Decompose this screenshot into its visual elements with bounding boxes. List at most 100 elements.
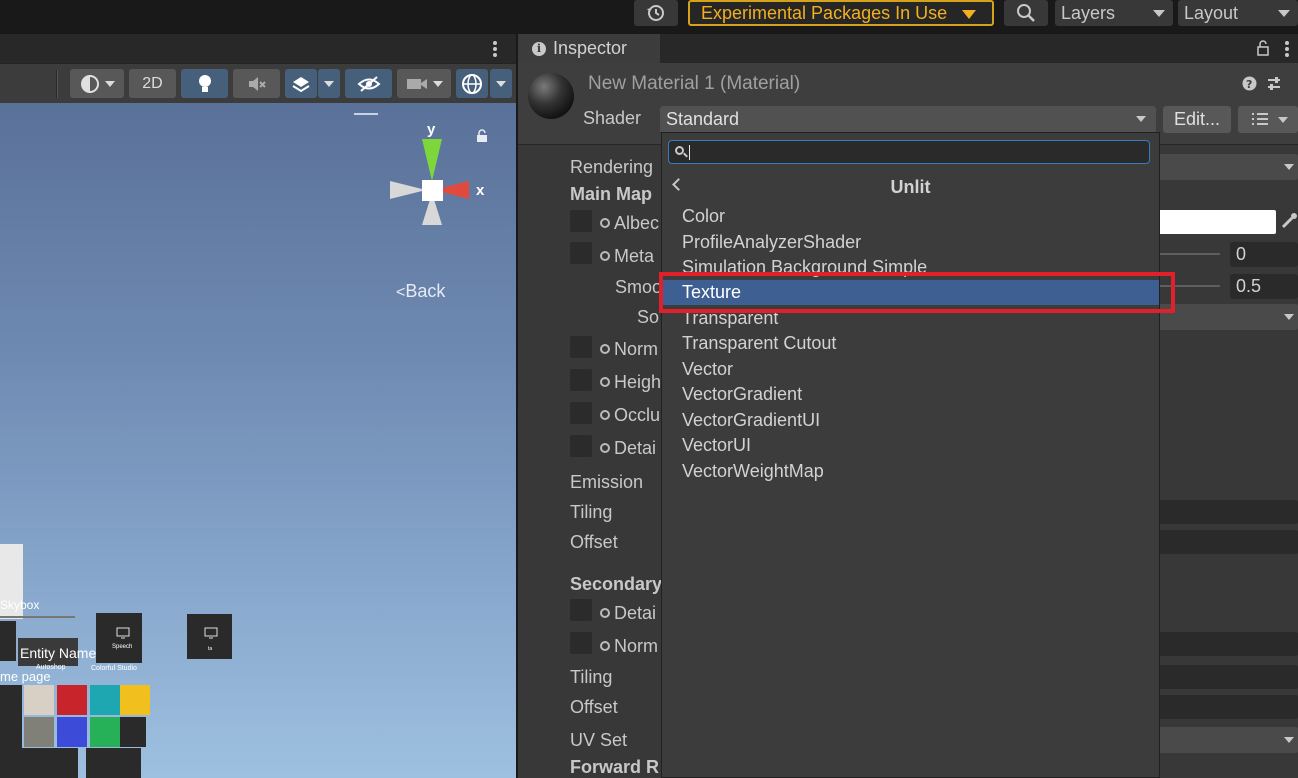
shader-item-vectorgradient[interactable]: VectorGradient bbox=[662, 382, 1159, 407]
lock-icon[interactable] bbox=[1256, 40, 1270, 56]
height-text: Heigh bbox=[614, 372, 662, 392]
gizmo-x-label: x bbox=[476, 182, 485, 199]
texture-picker-icon bbox=[600, 344, 610, 354]
chevron-down-icon bbox=[1136, 116, 1146, 122]
back-button[interactable]: <Back bbox=[396, 281, 445, 302]
gizmos-dropdown[interactable] bbox=[490, 69, 512, 98]
metallic-slider-track[interactable] bbox=[1158, 253, 1220, 255]
help-icon[interactable]: ? bbox=[1242, 76, 1257, 91]
search-icon bbox=[675, 146, 684, 155]
hidden-objects-toggle[interactable] bbox=[345, 69, 392, 98]
shader-item-vectorgradientui[interactable]: VectorGradientUI bbox=[662, 408, 1159, 433]
albedo-label: Albec bbox=[600, 213, 659, 234]
eyedropper-icon[interactable] bbox=[1280, 212, 1298, 230]
shader-selection-popup: Unlit Color ProfileAnalyzerShader Simula… bbox=[661, 132, 1160, 778]
undo-history-button[interactable] bbox=[634, 0, 678, 26]
shader-item-vector[interactable]: Vector bbox=[662, 357, 1159, 382]
inspector-tab-label: Inspector bbox=[553, 38, 628, 58]
experimental-packages-button[interactable]: Experimental Packages In Use bbox=[688, 0, 994, 26]
draw-mode-dropdown[interactable] bbox=[70, 69, 124, 98]
shader-item-profileanalyzershader[interactable]: ProfileAnalyzerShader bbox=[662, 230, 1159, 255]
normal-map-slot[interactable] bbox=[570, 336, 592, 358]
color-swatch bbox=[57, 717, 87, 747]
preset-sliders-icon[interactable] bbox=[1266, 76, 1282, 92]
shader-item-transparent-cutout[interactable]: Transparent Cutout bbox=[662, 331, 1159, 356]
uv-set-dropdown[interactable] bbox=[1158, 727, 1298, 753]
tiling2-label: Tiling bbox=[570, 667, 613, 687]
shader-search-input[interactable] bbox=[668, 140, 1150, 164]
audio-toggle[interactable] bbox=[233, 69, 280, 98]
shader-item-label: Vector bbox=[682, 359, 734, 379]
shader-item-color[interactable]: Color bbox=[662, 204, 1159, 229]
texture-picker-icon bbox=[600, 410, 610, 420]
detail-normal-label: Norm bbox=[600, 636, 658, 657]
effects-toggle[interactable] bbox=[285, 69, 317, 98]
albedo-color-field[interactable] bbox=[1158, 210, 1276, 234]
shader-category-title: Unlit bbox=[890, 177, 931, 197]
rendering-mode-dropdown[interactable] bbox=[1158, 154, 1298, 180]
orientation-gizmo[interactable]: y x bbox=[386, 121, 496, 227]
scene-viewport[interactable]: y x <Back Skybox Entity Name Autoshop Sp… bbox=[0, 103, 516, 778]
texture-picker-icon bbox=[600, 608, 610, 618]
chevron-down-icon bbox=[324, 80, 334, 87]
list-icon bbox=[1252, 113, 1268, 125]
effects-dropdown[interactable] bbox=[318, 69, 340, 98]
2d-mode-toggle[interactable]: 2D bbox=[129, 69, 176, 98]
layers-dropdown[interactable]: Layers bbox=[1055, 0, 1173, 26]
detail-normal-field[interactable] bbox=[1158, 632, 1298, 656]
search-button[interactable] bbox=[1004, 0, 1048, 26]
metallic-text: Meta bbox=[614, 246, 655, 266]
lighting-toggle[interactable] bbox=[181, 69, 228, 98]
edit-label: Edit... bbox=[1173, 109, 1221, 129]
tiling-field[interactable] bbox=[1158, 500, 1298, 524]
smoothness-source-dropdown[interactable] bbox=[1158, 304, 1298, 330]
gizmos-toggle[interactable] bbox=[456, 69, 488, 98]
main-toolbar: Experimental Packages In Use Layers Layo… bbox=[0, 0, 1298, 32]
height-map-slot[interactable] bbox=[570, 369, 592, 391]
color-swatch bbox=[90, 685, 120, 715]
texture-picker-icon bbox=[600, 641, 610, 651]
more-options-icon[interactable] bbox=[492, 40, 498, 58]
shader-item-vectorweightmap[interactable]: VectorWeightMap bbox=[662, 459, 1159, 484]
eye-slash-icon bbox=[357, 75, 380, 92]
forward-rendering-header: Forward R bbox=[570, 757, 660, 777]
shader-item-vectorui[interactable]: VectorUI bbox=[662, 433, 1159, 458]
svg-text:?: ? bbox=[1246, 78, 1252, 91]
shader-dropdown[interactable]: Standard bbox=[660, 106, 1156, 133]
detail-albedo-slot[interactable] bbox=[570, 599, 592, 621]
material-preview-sphere bbox=[528, 73, 574, 119]
shader-item-label: VectorUI bbox=[682, 435, 752, 455]
drag-handle-icon[interactable] bbox=[354, 113, 378, 115]
mute-audio-icon bbox=[248, 76, 266, 91]
camera-dropdown[interactable] bbox=[397, 69, 451, 98]
metallic-value-field[interactable]: 0 bbox=[1230, 242, 1298, 267]
offset-field[interactable] bbox=[1158, 530, 1298, 554]
detail-mask-slot[interactable] bbox=[570, 435, 592, 457]
texture-picker-icon bbox=[600, 218, 610, 228]
albedo-texture-slot[interactable] bbox=[570, 210, 592, 232]
smoothness-value-field[interactable]: 0.5 bbox=[1230, 274, 1298, 299]
detail-albedo-label: Detai bbox=[600, 603, 656, 624]
layout-dropdown[interactable]: Layout bbox=[1178, 0, 1298, 26]
metallic-texture-slot[interactable] bbox=[570, 242, 592, 264]
smoothness-value: 0.5 bbox=[1236, 276, 1262, 296]
normal-map-label: Norm bbox=[600, 339, 658, 360]
more-options-icon[interactable] bbox=[1284, 40, 1290, 58]
scene-toolbar: 2D bbox=[0, 63, 516, 103]
tab-inspector[interactable]: i Inspector bbox=[518, 34, 660, 63]
edit-shader-button[interactable]: Edit... bbox=[1163, 106, 1231, 133]
chevron-down-icon bbox=[104, 80, 115, 87]
shader-options-button[interactable] bbox=[1238, 106, 1298, 133]
text-caret bbox=[689, 145, 690, 160]
layers-label: Layers bbox=[1061, 2, 1116, 23]
detail-normal-slot[interactable] bbox=[570, 632, 592, 654]
color-swatch bbox=[90, 717, 120, 747]
offset2-field[interactable] bbox=[1158, 695, 1298, 719]
shader-item-label: VectorWeightMap bbox=[682, 461, 824, 481]
experimental-packages-label: Experimental Packages In Use bbox=[701, 2, 948, 23]
tiling2-field[interactable] bbox=[1158, 665, 1298, 689]
occlusion-slot[interactable] bbox=[570, 402, 592, 424]
tile-label: ta bbox=[208, 646, 213, 652]
tiling-label: Tiling bbox=[570, 502, 613, 522]
back-label: Back bbox=[405, 281, 446, 301]
